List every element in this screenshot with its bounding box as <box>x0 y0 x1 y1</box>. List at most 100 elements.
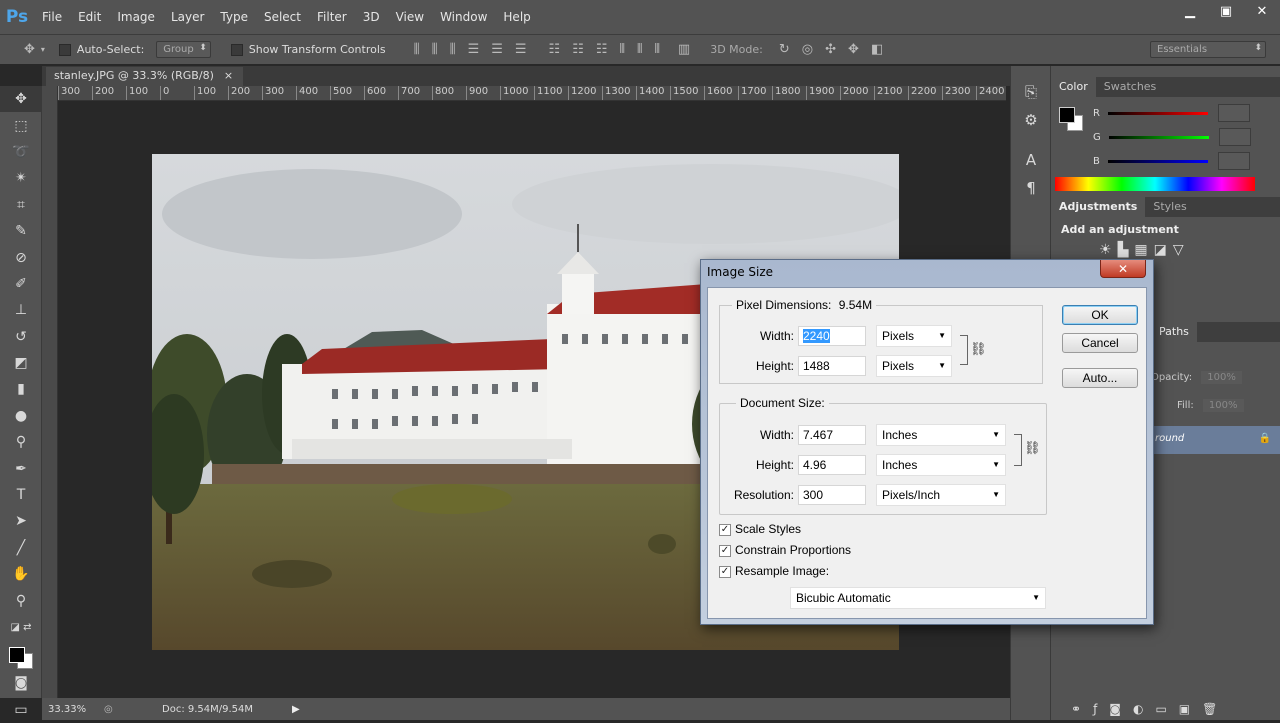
foreground-color-swatch[interactable] <box>1059 107 1075 123</box>
green-value-field[interactable] <box>1218 128 1251 146</box>
healing-brush-tool-icon[interactable]: ⊘ <box>0 244 42 270</box>
color-spectrum[interactable] <box>1055 177 1255 191</box>
maximize-button[interactable]: ▣ <box>1208 0 1244 22</box>
auto-button[interactable]: Auto... <box>1062 368 1138 388</box>
blur-tool-icon[interactable]: ● <box>0 403 42 429</box>
eraser-tool-icon[interactable]: ◩ <box>0 350 42 376</box>
zoom-level[interactable]: 33.33% <box>48 704 98 715</box>
ok-button[interactable]: OK <box>1062 305 1138 325</box>
resolution-field[interactable]: 300 <box>798 485 866 505</box>
3d-rotate-icon[interactable]: ↻ <box>779 42 790 57</box>
hand-tool-icon[interactable]: ✋ <box>0 561 42 587</box>
screen-mode-icon[interactable]: ▭ <box>0 697 42 723</box>
align-vcenter-icon[interactable]: ⫼ <box>432 42 438 57</box>
history-brush-tool-icon[interactable]: ↺ <box>0 324 42 350</box>
green-slider[interactable] <box>1108 135 1209 139</box>
lasso-tool-icon[interactable]: ➰ <box>0 139 42 165</box>
color-swatches-icon[interactable] <box>0 640 42 670</box>
menu-edit[interactable]: Edit <box>70 0 109 34</box>
align-left-icon[interactable]: ☰ <box>468 42 480 57</box>
menu-filter[interactable]: Filter <box>309 0 355 34</box>
document-tab-close-icon[interactable]: × <box>224 69 233 86</box>
menu-type[interactable]: Type <box>212 0 256 34</box>
character-panel-icon[interactable]: A <box>1011 146 1051 174</box>
menu-layer[interactable]: Layer <box>163 0 212 34</box>
crop-tool-icon[interactable]: ⌗ <box>0 192 42 218</box>
vibrance-adjust-icon[interactable]: ▽ <box>1173 242 1190 258</box>
minimize-button[interactable]: ▁ <box>1172 0 1208 22</box>
exposure-adjust-icon[interactable]: ◪ <box>1154 242 1173 258</box>
blue-value-field[interactable] <box>1217 152 1250 170</box>
tab-color[interactable]: Color <box>1051 77 1096 97</box>
doc-width-field[interactable]: 7.467 <box>798 425 866 445</box>
doc-height-field[interactable]: 4.96 <box>798 455 866 475</box>
levels-adjust-icon[interactable]: ▙ <box>1118 242 1135 258</box>
distribute-vcenter-icon[interactable]: ☷ <box>572 42 584 57</box>
move-tool-icon[interactable]: ✥ <box>0 86 42 113</box>
gradient-tool-icon[interactable]: ▮ <box>0 376 42 402</box>
distribute-hcenter-icon[interactable]: ⫴ <box>637 42 642 57</box>
menu-select[interactable]: Select <box>256 0 309 34</box>
resolution-unit-dropdown[interactable]: Pixels/Inch ▼ <box>876 484 1006 506</box>
delete-layer-icon[interactable]: 🗑 <box>1202 702 1229 716</box>
opacity-field[interactable]: 100% <box>1201 371 1242 384</box>
menu-3d[interactable]: 3D <box>355 0 388 34</box>
menu-help[interactable]: Help <box>495 0 538 34</box>
distribute-bottom-icon[interactable]: ☷ <box>596 42 608 57</box>
pixel-width-unit-dropdown[interactable]: Pixels ▼ <box>876 325 952 347</box>
resample-image-checkbox[interactable]: ✓ <box>719 566 731 578</box>
zoom-tool-icon[interactable]: ⚲ <box>0 587 42 613</box>
curves-adjust-icon[interactable]: ▦ <box>1134 242 1153 258</box>
align-bottom-icon[interactable]: ⫼ <box>450 42 456 57</box>
3d-slide-icon[interactable]: ✥ <box>848 42 859 57</box>
path-selection-tool-icon[interactable]: ➤ <box>0 508 42 534</box>
new-group-icon[interactable]: ▭ <box>1155 702 1178 716</box>
link-layers-icon[interactable]: ⚭ <box>1071 702 1093 716</box>
pixel-height-field[interactable]: 1488 <box>798 356 866 376</box>
menu-image[interactable]: Image <box>109 0 163 34</box>
constrain-proportions-checkbox[interactable]: ✓ <box>719 545 731 557</box>
status-info-icon[interactable]: ◎ <box>104 704 144 715</box>
align-right-icon[interactable]: ☰ <box>515 42 527 57</box>
properties-panel-icon[interactable]: ⚙ <box>1011 106 1051 134</box>
red-slider[interactable] <box>1107 111 1208 115</box>
align-top-icon[interactable]: ⫼ <box>414 42 420 57</box>
status-menu-arrow-icon[interactable]: ▶ <box>292 704 300 715</box>
menu-window[interactable]: Window <box>432 0 495 34</box>
workspace-dropdown[interactable]: Essentials <box>1150 41 1266 58</box>
pixel-height-unit-dropdown[interactable]: Pixels ▼ <box>876 355 952 377</box>
auto-select-target-dropdown[interactable]: Group <box>156 41 211 58</box>
distribute-top-icon[interactable]: ☷ <box>549 42 561 57</box>
layer-mask-icon[interactable]: ◙ <box>1109 702 1133 716</box>
close-window-button[interactable]: ✕ <box>1244 0 1280 22</box>
fill-field[interactable]: 100% <box>1202 399 1244 412</box>
tab-paths[interactable]: Paths <box>1151 322 1197 342</box>
marquee-tool-icon[interactable]: ⬚ <box>0 112 42 138</box>
menu-file[interactable]: File <box>34 0 70 34</box>
3d-pan-icon[interactable]: ✣ <box>825 42 836 57</box>
line-tool-icon[interactable]: ╱ <box>0 535 42 561</box>
magic-wand-tool-icon[interactable]: ✴ <box>0 165 42 191</box>
doc-width-unit-dropdown[interactable]: Inches ▼ <box>876 424 1006 446</box>
layer-style-icon[interactable]: ƒ <box>1093 702 1109 716</box>
adjustment-layer-icon[interactable]: ◐ <box>1133 702 1155 716</box>
default-colors-icon[interactable]: ◪ ⇄ <box>0 614 42 640</box>
3d-scale-icon[interactable]: ◧ <box>871 42 883 57</box>
blue-slider[interactable] <box>1107 159 1208 163</box>
history-panel-icon[interactable]: ⎘ <box>1011 78 1051 106</box>
dialog-close-button[interactable]: ✕ <box>1100 260 1146 278</box>
document-tab[interactable]: stanley.JPG @ 33.3% (RGB/8) × <box>46 67 244 86</box>
cancel-button[interactable]: Cancel <box>1062 333 1138 353</box>
dodge-tool-icon[interactable]: ⚲ <box>0 429 42 455</box>
pixel-width-field[interactable]: 2240 <box>798 326 866 346</box>
move-tool-icon[interactable]: ✥ <box>24 42 35 57</box>
type-tool-icon[interactable]: T <box>0 482 42 508</box>
distribute-right-icon[interactable]: ⫴ <box>654 42 659 57</box>
new-layer-icon[interactable]: ▣ <box>1179 702 1202 716</box>
red-value-field[interactable] <box>1217 104 1250 122</box>
resample-method-dropdown[interactable]: Bicubic Automatic ▼ <box>790 587 1046 609</box>
clone-stamp-tool-icon[interactable]: ⊥ <box>0 297 42 323</box>
layer-row-background[interactable]: round 🔒 <box>1145 426 1280 454</box>
tool-preset-chevron-icon[interactable]: ▾ <box>41 45 45 54</box>
menu-view[interactable]: View <box>388 0 432 34</box>
